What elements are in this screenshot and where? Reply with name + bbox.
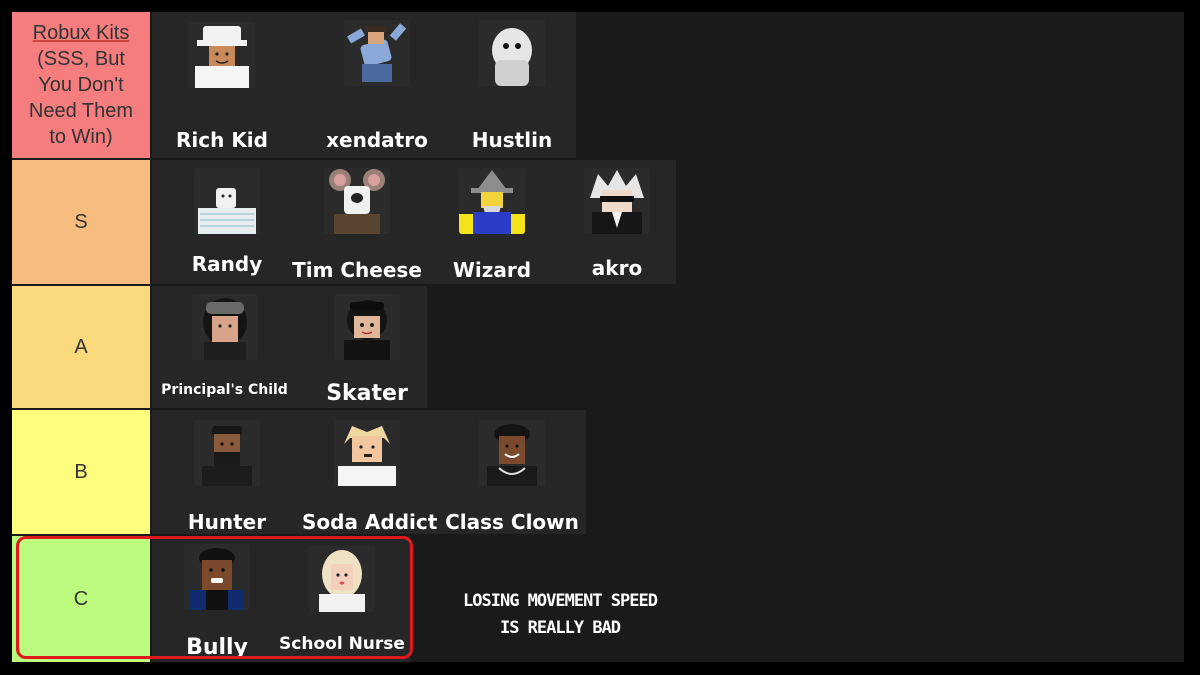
tier-item-hustlin[interactable]: Hustlin	[462, 12, 562, 158]
avatar-xendatro-icon	[344, 20, 410, 86]
annotation-line: LOSING MOVEMENT SPEED	[463, 591, 658, 611]
tier-label-line: to Win)	[49, 126, 113, 148]
tier-items: Randy Tim Cheese Wizard akro	[152, 160, 676, 284]
tier-item-principals-child[interactable]: Principal's Child	[157, 286, 292, 408]
tier-item-class-clown[interactable]: Class Clown	[442, 410, 582, 534]
tier-item-name: Hustlin	[471, 128, 553, 152]
tier-item-name: Rich Kid	[176, 128, 268, 152]
tier-items: Principal's Child Skater	[152, 286, 427, 408]
tier-item-name: Wizard	[452, 258, 532, 282]
tier-item-name: Soda Addict	[302, 510, 438, 534]
tier-items: Rich Kid xendatro Hustlin	[152, 12, 576, 158]
avatar-rich-kid-icon	[189, 22, 255, 88]
tier-item-rich-kid[interactable]: Rich Kid	[172, 12, 272, 158]
highlight-box	[16, 536, 413, 659]
avatar-skater-icon	[334, 294, 400, 360]
tier-item-name: Hunter	[187, 510, 267, 534]
avatar-hustlin-icon	[479, 20, 545, 86]
tier-items: Hunter Soda Addict Class Clown	[152, 410, 586, 534]
tier-item-skater[interactable]: Skater	[317, 286, 417, 408]
tier-label-line: (SSS, But	[37, 48, 125, 70]
tier-item-name: xendatro	[326, 128, 428, 152]
tier-label-line: Need Them	[28, 100, 134, 122]
tier-label-line: Robux Kits	[32, 22, 130, 44]
avatar-hunter-icon	[194, 420, 260, 486]
tier-item-name: Skater	[326, 381, 408, 406]
tier-item-name: Tim Cheese	[292, 258, 422, 282]
avatar-randy-icon	[194, 168, 260, 234]
tier-label-robux-kits: Robux Kits (SSS, But You Don't Need Them…	[12, 12, 150, 158]
avatar-soda-addict-icon	[334, 420, 400, 486]
avatar-class-clown-icon	[479, 420, 545, 486]
tier-item-akro[interactable]: akro	[572, 160, 662, 284]
tier-item-hunter[interactable]: Hunter	[182, 410, 272, 534]
tier-item-xendatro[interactable]: xendatro	[302, 12, 452, 158]
tier-item-soda-addict[interactable]: Soda Addict	[302, 410, 438, 534]
avatar-tim-cheese-icon	[324, 168, 390, 234]
avatar-wizard-icon	[459, 168, 525, 234]
avatar-principals-child-icon	[191, 294, 258, 360]
tier-label-s: S	[12, 160, 150, 284]
tier-row-robux-kits: Robux Kits (SSS, But You Don't Need Them…	[12, 12, 1184, 158]
tier-item-name: akro	[591, 256, 643, 280]
annotation-text: LOSING MOVEMENT SPEED IS REALLY BAD	[440, 588, 680, 642]
tier-row-a: A Principal's Child Skater	[12, 286, 1184, 408]
tier-item-tim-cheese[interactable]: Tim Cheese	[287, 160, 427, 284]
tier-label-a: A	[12, 286, 150, 408]
tier-item-randy[interactable]: Randy	[172, 160, 282, 284]
tier-label-b: B	[12, 410, 150, 534]
tier-item-name: Class Clown	[445, 510, 579, 534]
avatar-akro-icon	[584, 168, 650, 234]
tier-label-line: You Don't	[38, 74, 124, 96]
annotation-line: IS REALLY BAD	[499, 618, 621, 638]
tier-row-s: S Randy Tim Cheese Wizard akro	[12, 160, 1184, 284]
tier-item-name: Randy	[191, 252, 263, 276]
tier-row-b: B Hunter Soda Addict Class Clown	[12, 410, 1184, 534]
tier-item-wizard[interactable]: Wizard	[437, 160, 547, 284]
tier-item-name: Principal's Child	[161, 382, 288, 398]
